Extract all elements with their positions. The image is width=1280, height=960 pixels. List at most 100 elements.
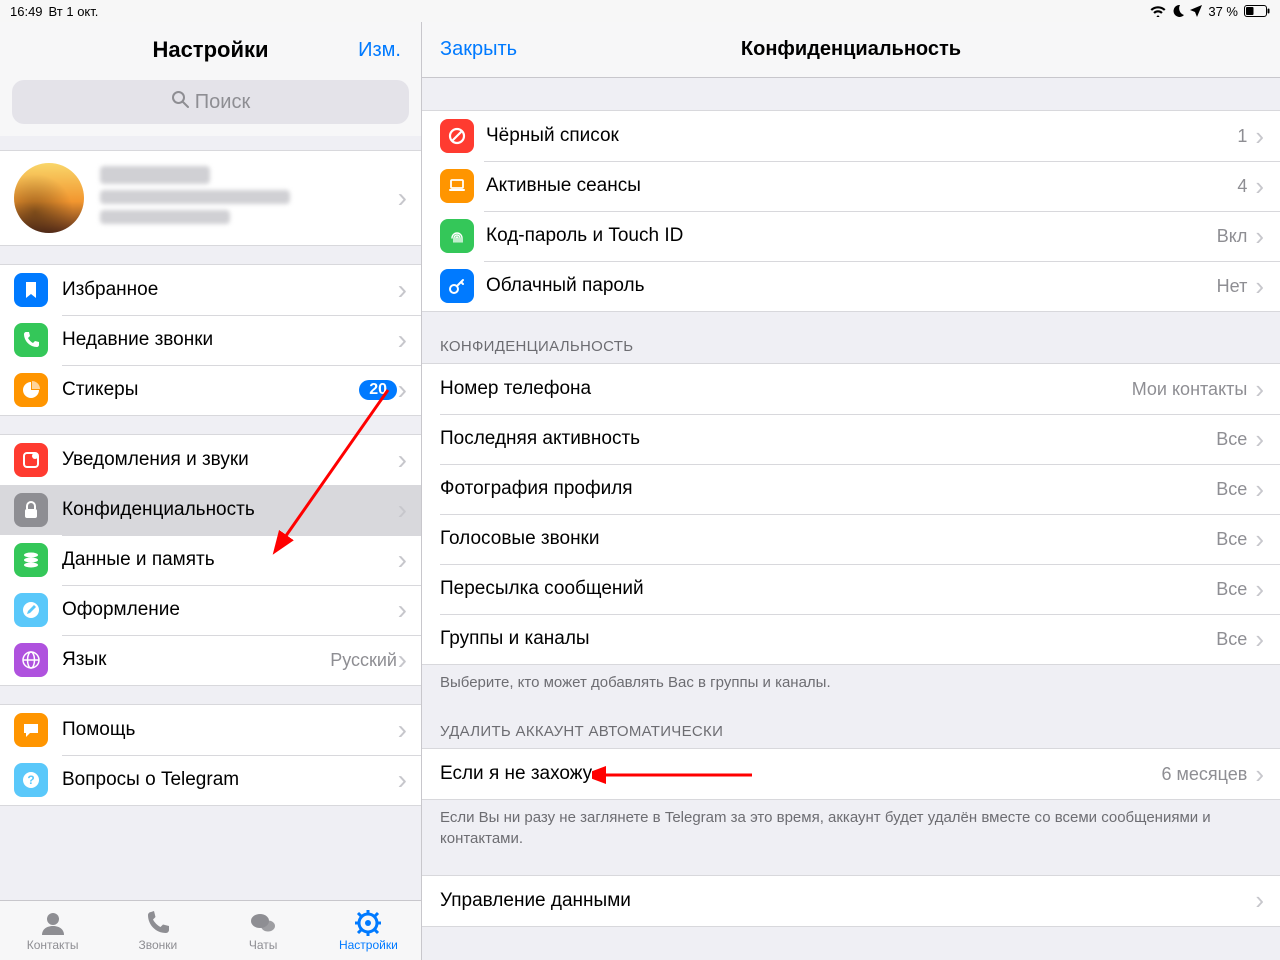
tab-settings[interactable]: Настройки (316, 901, 421, 960)
chevron-right-icon: › (398, 444, 407, 476)
tab-calls[interactable]: Звонки (105, 901, 210, 960)
detail-row-passcode[interactable]: Код-пароль и Touch IDВкл › (422, 211, 1280, 261)
detail-row-photo[interactable]: Фотография профиляВсе› (422, 464, 1280, 514)
detail-row-phone[interactable]: Номер телефонаМои контакты› (422, 364, 1280, 414)
row-label: Если я не захожу (440, 763, 1162, 785)
detail-row-cloudpass[interactable]: Облачный парольНет › (422, 261, 1280, 311)
tab-label: Настройки (339, 938, 398, 952)
chevron-right-icon: › (398, 182, 407, 214)
chevron-right-icon: › (398, 644, 407, 676)
row-value: 4 (1237, 176, 1247, 197)
chevron-right-icon: › (398, 594, 407, 626)
sidebar-item-label: Помощь (62, 719, 407, 741)
chevron-right-icon: › (398, 764, 407, 796)
chevron-right-icon: › (1255, 474, 1264, 505)
chevron-right-icon: › (1255, 759, 1264, 790)
tab-label: Контакты (27, 938, 79, 952)
detail-row-ifaway[interactable]: Если я не захожу6 месяцев › (422, 749, 1280, 799)
tab-label: Звонки (139, 938, 178, 952)
settings-sidebar: Настройки Изм. Поиск ›Избранное›Недавние… (0, 22, 422, 960)
close-button[interactable]: Закрыть (440, 38, 517, 61)
search-input[interactable]: Поиск (12, 80, 409, 124)
sidebar-item-label: Данные и память (62, 549, 407, 571)
privacy-detail: Закрыть Конфиденциальность Чёрный список… (422, 22, 1280, 960)
globe-icon (14, 643, 48, 677)
chevron-right-icon: › (1255, 624, 1264, 655)
detail-row-sessions[interactable]: Активные сеансы4› (422, 161, 1280, 211)
chat-icon (14, 713, 48, 747)
sidebar-item-recent-calls[interactable]: Недавние звонки› (0, 315, 421, 365)
row-label: Номер телефона (440, 378, 1132, 400)
row-value: 1 (1237, 126, 1247, 147)
row-value: 6 месяцев (1162, 764, 1248, 785)
sidebar-item-faq[interactable]: ?Вопросы о Telegram› (0, 755, 421, 805)
chevron-right-icon: › (1255, 524, 1264, 555)
phone-icon (144, 909, 172, 937)
row-label: Чёрный список (486, 125, 1237, 147)
row-value: Все (1216, 479, 1247, 500)
sidebar-item-language[interactable]: ЯзыкРусский› (0, 635, 421, 685)
sidebar-item-privacy[interactable]: Конфиденциальность› (0, 485, 421, 535)
row-value: Мои контакты (1132, 379, 1248, 400)
detail-title: Конфиденциальность (741, 38, 961, 61)
chevron-right-icon: › (398, 274, 407, 306)
chevron-right-icon: › (398, 494, 407, 526)
tab-chats[interactable]: Чаты (211, 901, 316, 960)
tab-bar: Контакты Звонки Чаты Настройки (0, 900, 421, 960)
status-bar: 16:49 Вт 1 окт. 37 % (0, 0, 1280, 22)
search-placeholder: Поиск (195, 91, 250, 114)
chats-icon (249, 909, 277, 937)
fingerprint-icon (440, 219, 474, 253)
delete-section-footer: Если Вы ни разу не заглянете в Telegram … (422, 800, 1280, 853)
laptop-icon (440, 169, 474, 203)
wifi-icon (1150, 5, 1166, 17)
detail-row-blacklist[interactable]: Чёрный список1 › (422, 111, 1280, 161)
row-value: Вкл (1217, 226, 1248, 247)
row-label: Управление данными (440, 890, 1255, 912)
sidebar-item-appearance[interactable]: Оформление› (0, 585, 421, 635)
pie-icon (14, 373, 48, 407)
search-icon (171, 90, 189, 114)
row-label: Голосовые звонки (440, 528, 1216, 550)
tab-contacts[interactable]: Контакты (0, 901, 105, 960)
sidebar-item-label: Недавние звонки (62, 329, 407, 351)
chevron-right-icon: › (398, 324, 407, 356)
sidebar-item-label: Стикеры (62, 379, 359, 401)
chevron-right-icon: › (1255, 424, 1264, 455)
forbidden-icon (440, 119, 474, 153)
battery-icon (1244, 5, 1270, 17)
chevron-right-icon: › (1255, 885, 1264, 916)
chevron-right-icon: › (1255, 171, 1264, 202)
sidebar-item-help[interactable]: Помощь› (0, 705, 421, 755)
badge: 20 (359, 380, 397, 400)
sidebar-item-label: Оформление (62, 599, 407, 621)
edit-button[interactable]: Изм. (358, 39, 401, 62)
chevron-right-icon: › (1255, 574, 1264, 605)
sidebar-item-data[interactable]: Данные и память› (0, 535, 421, 585)
detail-row-datacontrol[interactable]: Управление данными› (422, 876, 1280, 926)
detail-row-groups[interactable]: Группы и каналыВсе› (422, 614, 1280, 664)
row-value: Нет (1217, 276, 1248, 297)
sidebar-item-stickers[interactable]: Стикеры20› (0, 365, 421, 415)
chevron-right-icon: › (398, 544, 407, 576)
battery-text: 37 % (1208, 4, 1238, 19)
row-value: Все (1216, 529, 1247, 550)
chevron-right-icon: › (1255, 221, 1264, 252)
detail-row-voice[interactable]: Голосовые звонкиВсе › (422, 514, 1280, 564)
profile-row[interactable]: › (0, 150, 421, 246)
chevron-right-icon: › (1255, 271, 1264, 302)
pencil-icon (14, 593, 48, 627)
row-value: Все (1216, 629, 1247, 650)
sidebar-item-notifications[interactable]: Уведомления и звуки› (0, 435, 421, 485)
location-icon (1190, 5, 1202, 17)
row-label: Код-пароль и Touch ID (486, 225, 1217, 247)
row-label: Облачный пароль (486, 275, 1217, 297)
question-icon: ? (14, 763, 48, 797)
sidebar-item-favorites[interactable]: Избранное› (0, 265, 421, 315)
sidebar-item-label: Язык (62, 649, 330, 671)
detail-row-lastseen[interactable]: Последняя активностьВсе› (422, 414, 1280, 464)
detail-row-forward[interactable]: Пересылка сообщенийВсе› (422, 564, 1280, 614)
chevron-right-icon: › (1255, 121, 1264, 152)
bookmark-icon (14, 273, 48, 307)
svg-text:?: ? (27, 773, 34, 787)
